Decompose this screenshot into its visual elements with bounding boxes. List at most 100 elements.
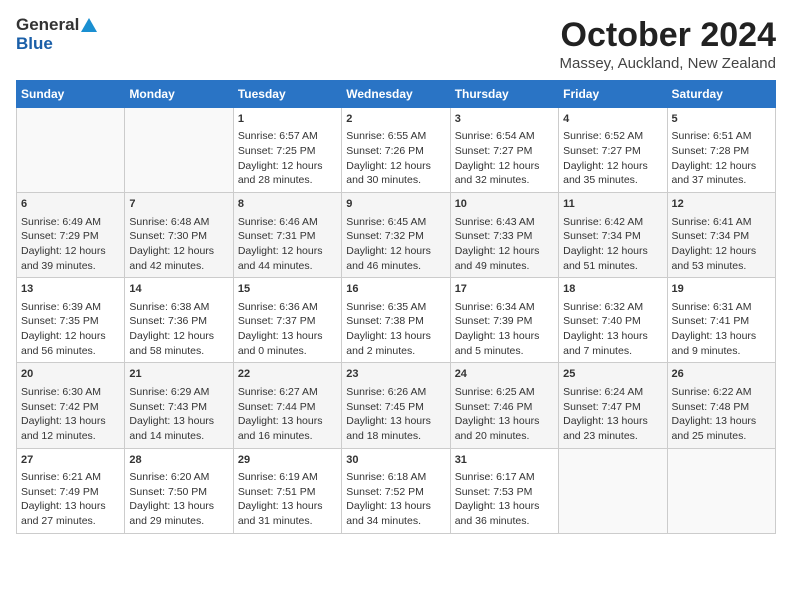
cell-info-line: and 56 minutes. [21,344,120,359]
cell-info-line: Sunrise: 6:57 AM [238,129,337,144]
cell-info-line: Daylight: 12 hours [21,329,120,344]
cell-info-line: Sunset: 7:47 PM [563,400,662,415]
cell-info-line: Sunrise: 6:31 AM [672,300,771,315]
cell-info-line: and 18 minutes. [346,429,445,444]
day-number: 3 [455,112,554,127]
cell-info-line: Sunrise: 6:46 AM [238,215,337,230]
cell-info-line: Sunset: 7:34 PM [563,229,662,244]
calendar-cell: 19Sunrise: 6:31 AMSunset: 7:41 PMDayligh… [667,278,775,363]
day-number: 28 [129,453,228,468]
cell-info-line: and 51 minutes. [563,259,662,274]
cell-info-line: Daylight: 13 hours [346,329,445,344]
calendar-cell [17,108,125,193]
cell-info-line: Daylight: 12 hours [672,159,771,174]
calendar-cell: 21Sunrise: 6:29 AMSunset: 7:43 PMDayligh… [125,363,233,448]
cell-info-line: Sunrise: 6:26 AM [346,385,445,400]
calendar-cell: 3Sunrise: 6:54 AMSunset: 7:27 PMDaylight… [450,108,558,193]
cell-info-line: Sunset: 7:44 PM [238,400,337,415]
cell-info-line: Daylight: 12 hours [346,159,445,174]
cell-info-line: Sunset: 7:30 PM [129,229,228,244]
calendar-cell: 31 Sunrise: 6:17 AMSunset: 7:53 PMDayligh… [450,448,558,533]
day-number: 21 [129,367,228,382]
cell-info-line: Sunrise: 6:55 AM [346,129,445,144]
cell-info-line: and 58 minutes. [129,344,228,359]
day-number: 31 [455,453,554,468]
cell-info-line: Daylight: 13 hours [672,414,771,429]
cell-info-line: Sunrise: 6:36 AM [238,300,337,315]
day-number: 20 [21,367,120,382]
cell-info-line: and 9 minutes. [672,344,771,359]
calendar-cell: 27Sunrise: 6:21 AMSunset: 7:49 PMDayligh… [17,448,125,533]
cell-info-line: Sunset: 7:53 PM [455,485,554,500]
cell-info-line: Sunrise: 6:43 AM [455,215,554,230]
cell-info-line: Sunrise: 6:20 AM [129,470,228,485]
cell-info-line: Sunset: 7:45 PM [346,400,445,415]
cell-info-line: Daylight: 13 hours [238,329,337,344]
calendar-cell: 29Sunrise: 6:19 AMSunset: 7:51 PMDayligh… [233,448,341,533]
cell-info-line: Sunrise: 6:35 AM [346,300,445,315]
cell-info-line: Sunset: 7:27 PM [455,144,554,159]
calendar-cell: 15Sunrise: 6:36 AMSunset: 7:37 PMDayligh… [233,278,341,363]
cell-info-line: Sunset: 7:52 PM [346,485,445,500]
calendar-cell [125,108,233,193]
calendar-cell: 13Sunrise: 6:39 AMSunset: 7:35 PMDayligh… [17,278,125,363]
cell-info-line: Sunrise: 6:21 AM [21,470,120,485]
cell-info-line: Daylight: 13 hours [455,329,554,344]
day-number: 10 [455,197,554,212]
calendar-cell: 17Sunrise: 6:34 AMSunset: 7:39 PMDayligh… [450,278,558,363]
calendar-cell: 7Sunrise: 6:48 AMSunset: 7:30 PMDaylight… [125,193,233,278]
calendar-week-4: 20Sunrise: 6:30 AMSunset: 7:42 PMDayligh… [17,363,776,448]
cell-info-line: Sunset: 7:38 PM [346,314,445,329]
cell-info-line: and 23 minutes. [563,429,662,444]
calendar-body: 1Sunrise: 6:57 AMSunset: 7:25 PMDaylight… [17,108,776,534]
cell-info-line: Sunrise: 6:45 AM [346,215,445,230]
calendar-cell: 23Sunrise: 6:26 AMSunset: 7:45 PMDayligh… [342,363,450,448]
cell-info-line: Daylight: 13 hours [129,499,228,514]
cell-info-line: Sunset: 7:29 PM [21,229,120,244]
header-cell-friday: Friday [559,81,667,108]
cell-info-line: Daylight: 13 hours [672,329,771,344]
cell-info-line: and 12 minutes. [21,429,120,444]
header-row: SundayMondayTuesdayWednesdayThursdayFrid… [17,81,776,108]
cell-info-line: Sunset: 7:26 PM [346,144,445,159]
cell-info-line: and 49 minutes. [455,259,554,274]
cell-info-line: and 32 minutes. [455,173,554,188]
cell-info-line: Daylight: 13 hours [21,499,120,514]
cell-info-line: Daylight: 13 hours [563,414,662,429]
cell-info-line: Sunrise: 6:42 AM [563,215,662,230]
header-cell-tuesday: Tuesday [233,81,341,108]
cell-info-line: and 7 minutes. [563,344,662,359]
cell-info-line: Daylight: 13 hours [346,414,445,429]
cell-info-line: Daylight: 13 hours [563,329,662,344]
cell-info-line: and 34 minutes. [346,514,445,529]
calendar-cell: 14Sunrise: 6:38 AMSunset: 7:36 PMDayligh… [125,278,233,363]
cell-info-line: Sunset: 7:36 PM [129,314,228,329]
calendar-cell: 12Sunrise: 6:41 AMSunset: 7:34 PMDayligh… [667,193,775,278]
cell-info-line: Sunset: 7:48 PM [672,400,771,415]
cell-info-line: Sunrise: 6:41 AM [672,215,771,230]
page-header: General Blue October 2024 Massey, Auckla… [16,16,776,72]
cell-info-line: Sunset: 7:37 PM [238,314,337,329]
cell-info-line: Sunset: 7:42 PM [21,400,120,415]
calendar-cell: 4Sunrise: 6:52 AMSunset: 7:27 PMDaylight… [559,108,667,193]
cell-info-line: Sunset: 7:27 PM [563,144,662,159]
day-number: 30 [346,453,445,468]
cell-info-line: Sunset: 7:41 PM [672,314,771,329]
cell-info-line: Daylight: 13 hours [455,499,554,514]
cell-info-line: Sunrise: 6:25 AM [455,385,554,400]
cell-info-line: Sunrise: 6:17 AM [455,470,554,485]
cell-info-line: and 0 minutes. [238,344,337,359]
cell-info-line: Sunrise: 6:38 AM [129,300,228,315]
calendar-cell: 2Sunrise: 6:55 AMSunset: 7:26 PMDaylight… [342,108,450,193]
cell-info-line: Sunrise: 6:51 AM [672,129,771,144]
cell-info-line: and 30 minutes. [346,173,445,188]
calendar-week-3: 13Sunrise: 6:39 AMSunset: 7:35 PMDayligh… [17,278,776,363]
day-number: 24 [455,367,554,382]
calendar-header: SundayMondayTuesdayWednesdayThursdayFrid… [17,81,776,108]
cell-info-line: Sunrise: 6:22 AM [672,385,771,400]
cell-info-line: and 27 minutes. [21,514,120,529]
cell-info-line: Daylight: 12 hours [455,244,554,259]
calendar-cell [667,448,775,533]
day-number: 9 [346,197,445,212]
title-block: October 2024 Massey, Auckland, New Zeala… [560,16,777,72]
